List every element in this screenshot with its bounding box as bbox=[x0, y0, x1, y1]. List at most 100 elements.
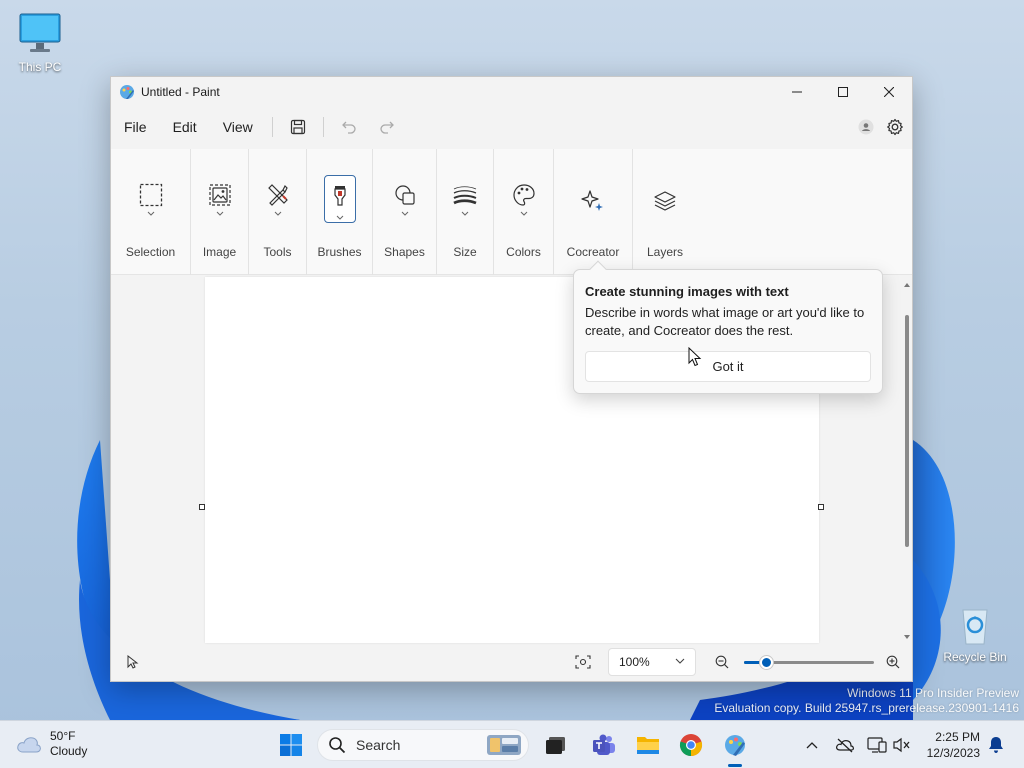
chevron-up-icon bbox=[806, 742, 818, 749]
zoom-out-icon bbox=[715, 655, 729, 669]
minimize-button[interactable] bbox=[774, 77, 820, 107]
desktop-icon-label: Recycle Bin bbox=[943, 650, 1007, 664]
vertical-scrollbar[interactable] bbox=[902, 277, 912, 643]
fit-screen-icon bbox=[575, 655, 591, 669]
palette-icon bbox=[508, 179, 540, 211]
show-hidden-icons-button[interactable] bbox=[802, 735, 822, 755]
menu-view[interactable]: View bbox=[210, 109, 266, 145]
weather-condition: Cloudy bbox=[50, 744, 88, 758]
taskbar-clock[interactable]: 2:25 PM 12/3/2023 bbox=[914, 729, 980, 761]
weather-widget[interactable]: 50°F Cloudy bbox=[16, 729, 87, 759]
shapes-icon bbox=[389, 179, 421, 211]
start-button[interactable] bbox=[275, 729, 307, 761]
onedrive-status-button[interactable] bbox=[835, 735, 855, 755]
ribbon-group-brushes[interactable]: Brushes bbox=[307, 149, 373, 275]
search-highlight-icon bbox=[486, 733, 522, 757]
ribbon-group-tools[interactable]: Tools bbox=[249, 149, 307, 275]
save-button[interactable] bbox=[283, 112, 313, 142]
ribbon-group-selection[interactable]: Selection bbox=[111, 149, 191, 275]
undo-button[interactable] bbox=[334, 112, 364, 142]
zoom-in-button[interactable] bbox=[886, 655, 900, 669]
account-icon bbox=[858, 119, 874, 135]
ribbon-group-cocreator[interactable]: Cocreator bbox=[554, 149, 633, 275]
resize-handle-right[interactable] bbox=[818, 504, 824, 510]
watermark-line2: Evaluation copy. Build 25947.rs_prerelea… bbox=[714, 701, 1019, 715]
taskbar-search[interactable]: Search bbox=[317, 729, 529, 761]
chevron-down-icon bbox=[147, 211, 154, 216]
file-explorer-button[interactable] bbox=[632, 729, 664, 761]
task-view-button[interactable] bbox=[540, 729, 572, 761]
mouse-cursor-icon bbox=[688, 347, 702, 367]
active-app-indicator bbox=[728, 764, 742, 767]
ribbon-label: Colors bbox=[506, 245, 541, 259]
scroll-down-icon bbox=[904, 635, 910, 639]
ribbon-label: Size bbox=[453, 245, 477, 259]
chrome-icon bbox=[679, 734, 703, 757]
recycle-bin-icon bbox=[951, 600, 999, 648]
zoom-level-dropdown[interactable]: 100% bbox=[608, 648, 696, 676]
image-icon bbox=[204, 179, 236, 211]
got-it-button[interactable]: Got it bbox=[585, 351, 871, 382]
clock-time: 2:25 PM bbox=[935, 730, 980, 744]
maximize-icon bbox=[838, 87, 848, 97]
paint-taskbar-button[interactable] bbox=[719, 729, 751, 761]
ribbon-toolbar: Selection Image Tools Brushes Shapes Siz… bbox=[111, 149, 912, 275]
pointer-position-icon bbox=[127, 655, 139, 669]
account-button[interactable] bbox=[858, 119, 874, 135]
title-bar[interactable]: Untitled - Paint bbox=[111, 77, 912, 107]
volume-button[interactable] bbox=[892, 735, 912, 755]
tip-description: Describe in words what image or art you'… bbox=[585, 305, 865, 338]
menu-edit[interactable]: Edit bbox=[160, 109, 210, 145]
window-title: Untitled - Paint bbox=[141, 85, 220, 99]
status-bar: 100% bbox=[111, 643, 912, 681]
chevron-down-icon bbox=[401, 211, 408, 216]
zoom-out-button[interactable] bbox=[715, 655, 729, 669]
chevron-down-icon bbox=[461, 211, 469, 216]
resize-handle-left[interactable] bbox=[199, 504, 205, 510]
menu-divider bbox=[271, 117, 273, 137]
chevron-down-icon bbox=[336, 215, 343, 220]
redo-button[interactable] bbox=[372, 112, 402, 142]
folder-icon bbox=[637, 737, 659, 754]
close-button[interactable] bbox=[866, 77, 912, 107]
desktop-icon-recycle-bin[interactable]: Recycle Bin bbox=[935, 600, 1015, 664]
ribbon-group-size[interactable]: Size bbox=[437, 149, 494, 275]
paint-app-icon bbox=[725, 735, 745, 756]
zoom-slider[interactable] bbox=[744, 656, 874, 669]
weather-temperature: 50°F bbox=[50, 729, 76, 743]
paint-app-icon bbox=[119, 84, 135, 100]
scrollbar-thumb[interactable] bbox=[905, 315, 909, 547]
watermark-line1: Windows 11 Pro Insider Preview bbox=[847, 686, 1019, 700]
ribbon-group-shapes[interactable]: Shapes bbox=[373, 149, 437, 275]
settings-button[interactable] bbox=[886, 118, 904, 136]
chrome-app-button[interactable] bbox=[675, 729, 707, 761]
search-placeholder: Search bbox=[356, 737, 401, 753]
ribbon-group-colors[interactable]: Colors bbox=[494, 149, 554, 275]
menu-file[interactable]: File bbox=[111, 109, 160, 145]
cloud-icon bbox=[17, 737, 41, 753]
fit-to-window-button[interactable] bbox=[575, 655, 591, 669]
clock-date: 12/3/2023 bbox=[926, 746, 980, 760]
taskbar: 50°F Cloudy Search 2:25 PM 12/3/2023 bbox=[0, 720, 1024, 768]
desktop-icon-this-pc[interactable]: This PC bbox=[0, 10, 80, 74]
ribbon-group-image[interactable]: Image bbox=[191, 149, 249, 275]
zoom-slider-thumb[interactable] bbox=[760, 656, 773, 669]
close-icon bbox=[884, 87, 894, 97]
speaker-muted-icon bbox=[893, 737, 910, 753]
task-view-icon bbox=[546, 737, 565, 754]
display-settings-button[interactable] bbox=[867, 735, 887, 755]
redo-icon bbox=[380, 121, 394, 134]
menu-divider bbox=[322, 117, 324, 137]
ribbon-label: Layers bbox=[646, 245, 684, 259]
search-icon bbox=[329, 737, 346, 754]
cloud-offline-icon bbox=[836, 738, 854, 753]
ribbon-group-layers[interactable]: Layers bbox=[633, 149, 697, 275]
ribbon-label: Selection bbox=[125, 245, 176, 259]
teams-app-button[interactable] bbox=[588, 729, 620, 761]
chevron-down-icon bbox=[216, 211, 223, 216]
windows-logo-icon bbox=[280, 734, 302, 756]
notifications-button[interactable] bbox=[986, 735, 1006, 755]
display-icon bbox=[867, 737, 887, 753]
maximize-button[interactable] bbox=[820, 77, 866, 107]
ribbon-label: Image bbox=[202, 245, 237, 259]
